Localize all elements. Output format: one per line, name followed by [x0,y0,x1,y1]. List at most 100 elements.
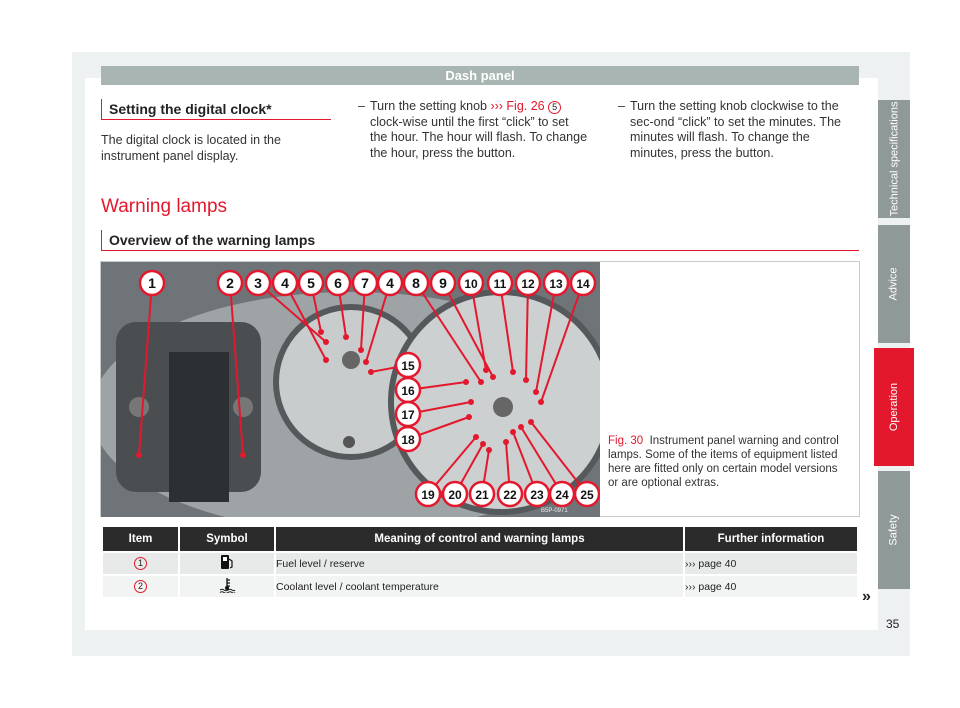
fig-link[interactable]: ››› Fig. 26 [490,99,544,113]
step-text: clock-wise until the first “click” to se… [370,114,588,160]
col-symbol: Symbol [180,527,274,551]
page-link[interactable]: ››› page 40 [685,551,857,574]
meaning: Coolant level / coolant temperature [276,574,683,597]
rev-hub [342,351,360,369]
callout-dot [358,347,364,353]
section-header: Dash panel [101,66,859,85]
continue-icon: » [862,588,871,605]
clock-step-2: – Turn the setting knob clockwise to the … [618,99,860,161]
tab-technical-specifications[interactable]: Technical specifications [878,100,910,218]
dash: – [618,99,625,113]
tab-operation[interactable]: Operation [874,348,914,466]
callout-number: 24 [555,488,569,502]
col-item: Item [103,527,178,551]
table-row: 1 Fuel level / reserve ››› page 40 [103,551,857,574]
callout-dot [343,334,349,340]
callout-dot [480,441,486,447]
callout-number: 19 [421,488,435,502]
callout-number: 2 [226,275,234,291]
col-meaning: Meaning of control and warning lamps [276,527,683,551]
callout-dot [466,414,472,420]
callout-number: 12 [521,277,535,291]
figure-label: Fig. 30 [608,435,644,447]
callout-dot [318,329,324,335]
callout-number: 13 [549,277,563,291]
callout-dot [463,379,469,385]
figure-code: B5P-0971 [541,508,568,514]
item-number: 1 [134,557,147,570]
warning-lamps-table: Item Symbol Meaning of control and warni… [101,527,859,597]
callout-number: 20 [448,488,462,502]
callout-dot [503,439,509,445]
tab-safety[interactable]: Safety [878,471,910,589]
callout-number: 23 [530,488,544,502]
callout-dot [240,452,246,458]
callout-dot [473,434,479,440]
callout-number: 4 [281,275,289,291]
callout-dot [363,359,369,365]
tab-label: Technical specifications [888,101,901,217]
callout-number: 10 [464,277,478,291]
callout-dot [533,389,539,395]
callout-dot [136,452,142,458]
callout-dot [478,379,484,385]
warning-title: Warning lamps [101,196,228,217]
fuel-pump-icon [180,551,274,574]
callout-number: 18 [401,433,415,447]
warning-subtitle: Overview of the warning lamps [101,230,859,251]
callout-dot [368,369,374,375]
step-text: Turn the setting knob clockwise to the s… [630,99,841,160]
figure: 1 2 3 4 5 6 7 4 8 9 10 11 12 13 14 15 16 17 18 19 20 21 22 23 24… [100,261,860,517]
callout-dot [518,424,524,430]
meaning: Fuel level / reserve [276,551,683,574]
fuel-hub [129,397,149,417]
callout-number: 3 [254,275,262,291]
page-link[interactable]: ››› page 40 [685,574,857,597]
callout-dot [528,419,534,425]
callout-number: 4 [386,275,394,291]
callout-dot [486,447,492,453]
figure-caption: Fig. 30 Instrument panel warning and con… [608,434,848,490]
tab-label: Safety [888,514,900,546]
callout-dot [323,357,329,363]
callout-number: 11 [494,277,507,291]
dash: – [358,99,365,113]
speed-hub [493,397,513,417]
callout-number: 9 [439,275,447,291]
callout-number: 1 [148,275,156,291]
callout-number: 8 [412,275,420,291]
callout-number: 6 [334,275,342,291]
callout-dot [523,377,529,383]
caption-text: Instrument panel warning and control lam… [608,435,839,489]
callout-number: 15 [401,359,415,373]
knob [343,436,355,448]
callout-dot [538,399,544,405]
step-text: Turn the setting knob [370,99,491,113]
callout-dot [483,367,489,373]
display [169,352,229,502]
callout-number: 7 [361,275,369,291]
callout-dot [510,429,516,435]
coolant-temperature-icon [180,574,274,597]
col-info: Further information [685,527,857,551]
callout-number: 5 [307,275,315,291]
table-row: 2 Coolant level / coolant temperature ››… [103,574,857,597]
callout-number: 22 [503,488,517,502]
callout-number: 25 [580,488,594,502]
clock-heading: Setting the digital clock* [101,99,331,120]
callout-dot [323,339,329,345]
tab-label: Operation [888,382,900,432]
callout-dot [510,369,516,375]
tab-label: Advice [888,267,900,301]
clock-step-1: – Turn the setting knob ››› Fig. 26 5 clo… [358,99,588,161]
callout-dot [468,399,474,405]
instrument-panel-image: 1 2 3 4 5 6 7 4 8 9 10 11 12 13 141516171819 20 21 22 23 24… [101,262,600,517]
callout-number: 17 [401,408,415,422]
callout-dot [490,374,496,380]
clock-intro: The digital clock is located in the inst… [101,133,281,163]
item-number: 2 [134,580,147,593]
page-number: 35 [886,617,900,631]
callout-number: 14 [576,277,590,291]
tab-advice[interactable]: Advice [878,225,910,343]
callout-ref: 5 [548,101,562,114]
